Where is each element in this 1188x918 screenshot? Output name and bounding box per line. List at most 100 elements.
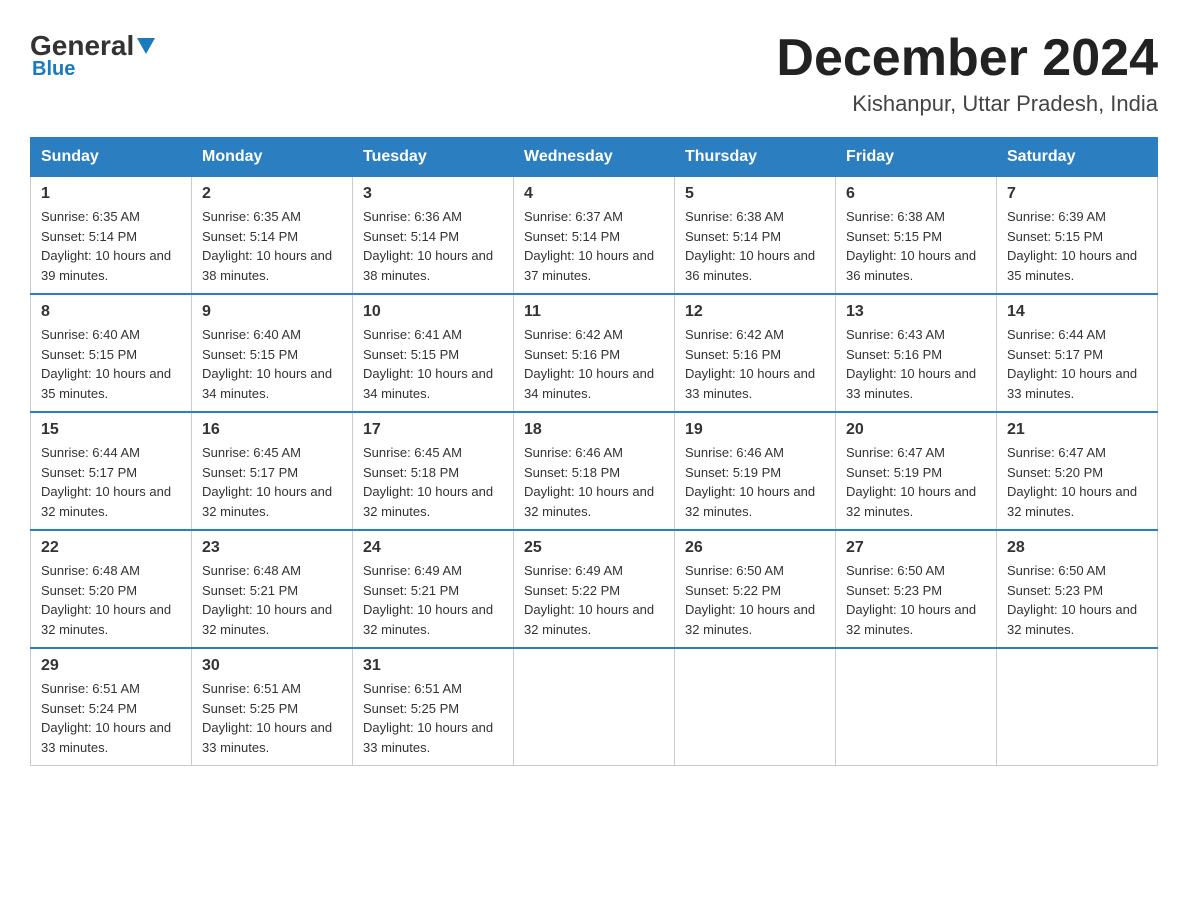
day-number: 12 [685, 303, 825, 321]
day-number: 27 [846, 539, 986, 557]
logo-triangle-icon [137, 38, 155, 59]
logo-blue-text: Blue [30, 58, 75, 81]
calendar-cell: 1 Sunrise: 6:35 AMSunset: 5:14 PMDaylight… [31, 177, 192, 295]
day-number: 5 [685, 185, 825, 203]
week-row-3: 15 Sunrise: 6:44 AMSunset: 5:17 PMDayligh… [31, 412, 1158, 530]
calendar-cell [675, 648, 836, 766]
header-friday: Friday [836, 138, 997, 177]
calendar-cell: 16 Sunrise: 6:45 AMSunset: 5:17 PMDayligh… [192, 412, 353, 530]
calendar-cell: 26 Sunrise: 6:50 AMSunset: 5:22 PMDayligh… [675, 530, 836, 648]
calendar-cell: 5Sunrise: 6:38 AMSunset: 5:14 PMDaylight… [675, 177, 836, 295]
calendar-cell [997, 648, 1158, 766]
day-number: 24 [363, 539, 503, 557]
week-row-2: 8Sunrise: 6:40 AMSunset: 5:15 PMDaylight… [31, 294, 1158, 412]
header-wednesday: Wednesday [514, 138, 675, 177]
day-info: Sunrise: 6:38 AMSunset: 5:15 PMDaylight:… [846, 207, 986, 285]
day-number: 15 [41, 421, 181, 439]
calendar-cell: 23 Sunrise: 6:48 AMSunset: 5:21 PMDayligh… [192, 530, 353, 648]
day-info: Sunrise: 6:50 AMSunset: 5:22 PMDaylight:… [685, 561, 825, 639]
day-info: Sunrise: 6:51 AMSunset: 5:25 PMDaylight:… [202, 679, 342, 757]
calendar-cell: 20 Sunrise: 6:47 AMSunset: 5:19 PMDayligh… [836, 412, 997, 530]
calendar-cell: 28 Sunrise: 6:50 AMSunset: 5:23 PMDayligh… [997, 530, 1158, 648]
calendar-cell: 17Sunrise: 6:45 AMSunset: 5:18 PMDayligh… [353, 412, 514, 530]
calendar-cell: 31Sunrise: 6:51 AMSunset: 5:25 PMDayligh… [353, 648, 514, 766]
day-info: Sunrise: 6:49 AMSunset: 5:21 PMDaylight:… [363, 561, 503, 639]
day-info: Sunrise: 6:39 AMSunset: 5:15 PMDaylight:… [1007, 207, 1147, 285]
day-info: Sunrise: 6:46 AMSunset: 5:18 PMDaylight:… [524, 443, 664, 521]
day-info: Sunrise: 6:43 AMSunset: 5:16 PMDaylight:… [846, 325, 986, 403]
day-number: 29 [41, 657, 181, 675]
day-number: 9 [202, 303, 342, 321]
day-number: 18 [524, 421, 664, 439]
day-number: 11 [524, 303, 664, 321]
calendar-cell: 9Sunrise: 6:40 AMSunset: 5:15 PMDaylight… [192, 294, 353, 412]
page-header: General Blue December 2024 Kishanpur, Ut… [30, 30, 1158, 117]
calendar-header: SundayMondayTuesdayWednesdayThursdayFrid… [31, 138, 1158, 177]
header-tuesday: Tuesday [353, 138, 514, 177]
calendar-cell: 11 Sunrise: 6:42 AMSunset: 5:16 PMDayligh… [514, 294, 675, 412]
calendar-cell: 3Sunrise: 6:36 AMSunset: 5:14 PMDaylight… [353, 177, 514, 295]
week-row-1: 1 Sunrise: 6:35 AMSunset: 5:14 PMDaylight… [31, 177, 1158, 295]
day-number: 4 [524, 185, 664, 203]
day-number: 7 [1007, 185, 1147, 203]
day-number: 22 [41, 539, 181, 557]
day-number: 21 [1007, 421, 1147, 439]
day-info: Sunrise: 6:35 AMSunset: 5:14 PMDaylight:… [41, 207, 181, 285]
day-number: 25 [524, 539, 664, 557]
header-saturday: Saturday [997, 138, 1158, 177]
day-info: Sunrise: 6:35 AMSunset: 5:14 PMDaylight:… [202, 207, 342, 285]
calendar-cell: 25 Sunrise: 6:49 AMSunset: 5:22 PMDayligh… [514, 530, 675, 648]
calendar-cell: 29Sunrise: 6:51 AMSunset: 5:24 PMDayligh… [31, 648, 192, 766]
day-info: Sunrise: 6:44 AMSunset: 5:17 PMDaylight:… [41, 443, 181, 521]
calendar-cell: 30 Sunrise: 6:51 AMSunset: 5:25 PMDayligh… [192, 648, 353, 766]
day-info: Sunrise: 6:49 AMSunset: 5:22 PMDaylight:… [524, 561, 664, 639]
calendar-cell: 22Sunrise: 6:48 AMSunset: 5:20 PMDayligh… [31, 530, 192, 648]
calendar-cell: 14 Sunrise: 6:44 AMSunset: 5:17 PMDayligh… [997, 294, 1158, 412]
header-sunday: Sunday [31, 138, 192, 177]
day-info: Sunrise: 6:48 AMSunset: 5:21 PMDaylight:… [202, 561, 342, 639]
calendar-cell: 12 Sunrise: 6:42 AMSunset: 5:16 PMDayligh… [675, 294, 836, 412]
day-number: 30 [202, 657, 342, 675]
calendar-cell: 2 Sunrise: 6:35 AMSunset: 5:14 PMDaylight… [192, 177, 353, 295]
month-year-title: December 2024 [776, 30, 1158, 87]
day-info: Sunrise: 6:42 AMSunset: 5:16 PMDaylight:… [524, 325, 664, 403]
day-number: 14 [1007, 303, 1147, 321]
day-info: Sunrise: 6:37 AMSunset: 5:14 PMDaylight:… [524, 207, 664, 285]
calendar-cell: 6Sunrise: 6:38 AMSunset: 5:15 PMDaylight… [836, 177, 997, 295]
calendar-body: 1 Sunrise: 6:35 AMSunset: 5:14 PMDaylight… [31, 177, 1158, 766]
calendar-cell: 4 Sunrise: 6:37 AMSunset: 5:14 PMDaylight… [514, 177, 675, 295]
day-number: 23 [202, 539, 342, 557]
day-number: 20 [846, 421, 986, 439]
week-row-5: 29Sunrise: 6:51 AMSunset: 5:24 PMDayligh… [31, 648, 1158, 766]
day-info: Sunrise: 6:42 AMSunset: 5:16 PMDaylight:… [685, 325, 825, 403]
day-info: Sunrise: 6:36 AMSunset: 5:14 PMDaylight:… [363, 207, 503, 285]
header-thursday: Thursday [675, 138, 836, 177]
day-number: 31 [363, 657, 503, 675]
day-info: Sunrise: 6:50 AMSunset: 5:23 PMDaylight:… [1007, 561, 1147, 639]
calendar-cell: 8Sunrise: 6:40 AMSunset: 5:15 PMDaylight… [31, 294, 192, 412]
day-info: Sunrise: 6:47 AMSunset: 5:19 PMDaylight:… [846, 443, 986, 521]
day-info: Sunrise: 6:50 AMSunset: 5:23 PMDaylight:… [846, 561, 986, 639]
day-number: 17 [363, 421, 503, 439]
day-info: Sunrise: 6:46 AMSunset: 5:19 PMDaylight:… [685, 443, 825, 521]
logo: General Blue [30, 30, 155, 81]
day-number: 13 [846, 303, 986, 321]
week-row-4: 22Sunrise: 6:48 AMSunset: 5:20 PMDayligh… [31, 530, 1158, 648]
day-number: 26 [685, 539, 825, 557]
header-monday: Monday [192, 138, 353, 177]
day-number: 16 [202, 421, 342, 439]
calendar-cell: 24 Sunrise: 6:49 AMSunset: 5:21 PMDayligh… [353, 530, 514, 648]
day-number: 1 [41, 185, 181, 203]
calendar-cell: 13 Sunrise: 6:43 AMSunset: 5:16 PMDayligh… [836, 294, 997, 412]
day-info: Sunrise: 6:45 AMSunset: 5:17 PMDaylight:… [202, 443, 342, 521]
day-number: 2 [202, 185, 342, 203]
day-number: 10 [363, 303, 503, 321]
calendar-cell: 19Sunrise: 6:46 AMSunset: 5:19 PMDayligh… [675, 412, 836, 530]
day-number: 28 [1007, 539, 1147, 557]
day-info: Sunrise: 6:41 AMSunset: 5:15 PMDaylight:… [363, 325, 503, 403]
day-info: Sunrise: 6:44 AMSunset: 5:17 PMDaylight:… [1007, 325, 1147, 403]
day-info: Sunrise: 6:40 AMSunset: 5:15 PMDaylight:… [41, 325, 181, 403]
calendar-cell: 18 Sunrise: 6:46 AMSunset: 5:18 PMDayligh… [514, 412, 675, 530]
calendar-cell: 15 Sunrise: 6:44 AMSunset: 5:17 PMDayligh… [31, 412, 192, 530]
calendar-cell: 21Sunrise: 6:47 AMSunset: 5:20 PMDayligh… [997, 412, 1158, 530]
